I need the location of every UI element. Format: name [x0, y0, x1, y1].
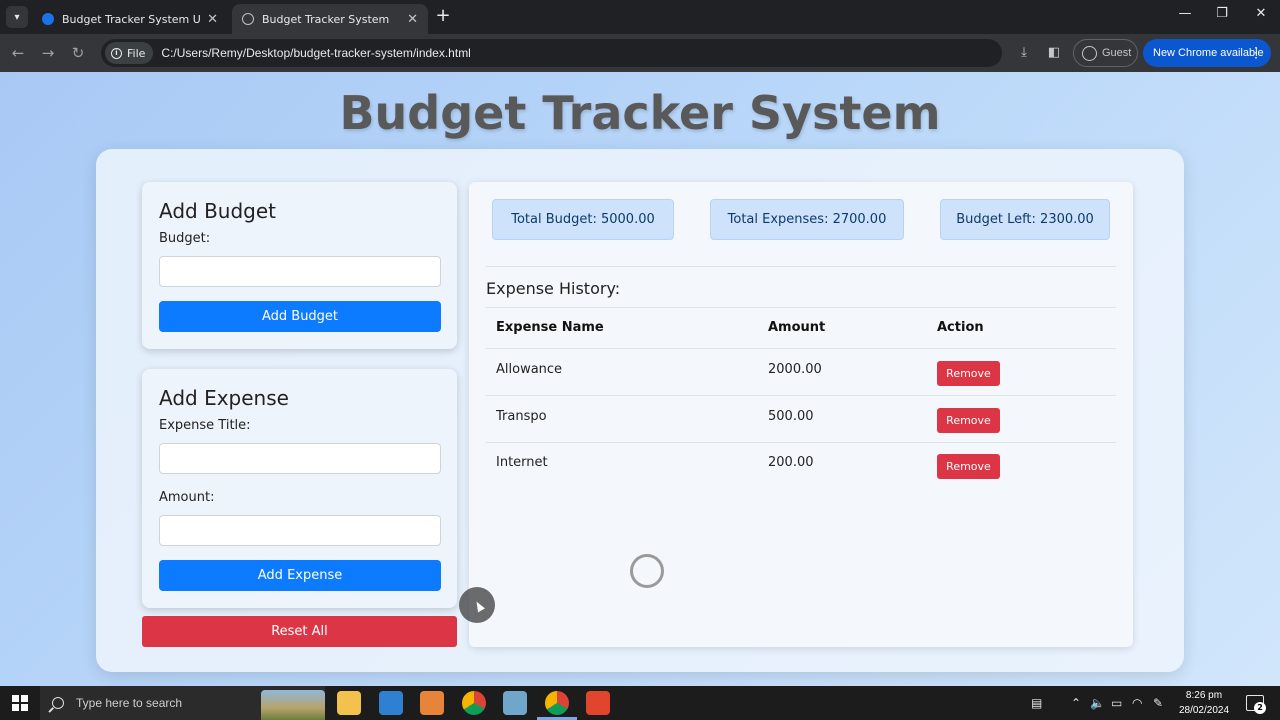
- add-expense-heading: Add Expense: [159, 386, 289, 410]
- taskbar-search-box[interactable]: Type here to search: [40, 686, 325, 720]
- page-title: Budget Tracker System: [339, 86, 941, 140]
- browser-toolbar: ← → ↻ i File C:/Users/Remy/Desktop/budge…: [0, 34, 1280, 72]
- chrome-update-button[interactable]: New Chrome available ⋮: [1143, 39, 1271, 67]
- download-icon[interactable]: ⤓: [1016, 45, 1032, 61]
- screen-recorder-icon[interactable]: [586, 691, 610, 715]
- search-highlight-image: [261, 690, 325, 720]
- remove-button[interactable]: Remove: [937, 361, 1000, 386]
- expense-amount-cell: 2000.00: [768, 362, 822, 377]
- tab-budget-tracker-system[interactable]: Budget Tracker System ✕: [232, 4, 428, 34]
- browser-tabstrip: ▾ Budget Tracker System Using H ✕ Budget…: [0, 0, 1280, 34]
- total-expenses-stat: Total Expenses: 2700.00: [710, 199, 904, 240]
- restore-button[interactable]: ❐: [1212, 6, 1232, 21]
- budget-input[interactable]: [159, 256, 441, 287]
- news-widget-icon[interactable]: ▤: [1031, 696, 1042, 710]
- loading-spinner-icon: [630, 554, 664, 588]
- expense-name-cell: Allowance: [496, 362, 563, 377]
- minimize-button[interactable]: —: [1175, 6, 1195, 21]
- site-info-chip[interactable]: i File: [105, 42, 154, 64]
- expense-title-input[interactable]: [159, 443, 441, 474]
- close-window-button[interactable]: ✕: [1251, 6, 1271, 21]
- expense-amount-cell: 200.00: [768, 455, 814, 470]
- notification-badge: 2: [1254, 702, 1266, 714]
- app-container: Add Budget Budget: Add Budget Add Expens…: [96, 149, 1184, 672]
- column-header-action: Action: [937, 320, 984, 335]
- remove-button[interactable]: Remove: [937, 454, 1000, 479]
- column-header-amount: Amount: [768, 320, 826, 335]
- vscode-icon[interactable]: [379, 691, 403, 715]
- new-tab-button[interactable]: +: [434, 6, 452, 28]
- more-vertical-icon[interactable]: ⋮: [1249, 44, 1263, 60]
- url-text[interactable]: C:/Users/Remy/Desktop/budget-tracker-sys…: [161, 46, 470, 60]
- file-chip-label: File: [127, 46, 146, 60]
- add-budget-heading: Add Budget: [159, 199, 277, 223]
- chrome-icon[interactable]: [545, 691, 569, 715]
- remove-button[interactable]: Remove: [937, 408, 1000, 433]
- reload-icon[interactable]: ↻: [68, 43, 88, 63]
- windows-start-icon[interactable]: [12, 695, 28, 711]
- chrome-alt-icon[interactable]: [462, 691, 486, 715]
- table-row: Allowance 2000.00 Remove: [486, 349, 1116, 396]
- xampp-icon[interactable]: [420, 691, 444, 715]
- tab-title: Budget Tracker System Using H: [62, 12, 201, 26]
- clock-time: 8:26 pm: [1185, 690, 1223, 701]
- clock-date: 28/02/2024: [1178, 705, 1230, 716]
- add-expense-card: Add Expense Expense Title: Amount: Add E…: [142, 369, 457, 608]
- windows-taskbar: Type here to search ▤ ⌃ 🔈 ▭ ◠ ✎ 8:26 pm …: [0, 686, 1280, 720]
- total-budget-stat: Total Budget: 5000.00: [492, 199, 674, 240]
- expense-amount-cell: 500.00: [768, 409, 814, 424]
- search-placeholder: Type here to search: [76, 696, 183, 710]
- person-icon: [1082, 45, 1097, 61]
- forward-arrow-icon[interactable]: →: [38, 43, 58, 63]
- budget-label: Budget:: [159, 231, 211, 246]
- app-icon[interactable]: [503, 691, 527, 715]
- back-arrow-icon[interactable]: ←: [8, 43, 28, 63]
- expense-name-cell: Transpo: [496, 409, 547, 424]
- add-budget-button[interactable]: Add Budget: [159, 301, 441, 332]
- globe-icon: [242, 13, 254, 25]
- amount-label: Amount:: [159, 490, 215, 505]
- add-budget-card: Add Budget Budget: Add Budget: [142, 182, 457, 349]
- column-header-expense-name: Expense Name: [496, 320, 604, 335]
- tab-search-menu-button[interactable]: ▾: [6, 6, 28, 28]
- budget-left-stat: Budget Left: 2300.00: [940, 199, 1110, 240]
- expense-name-cell: Internet: [496, 455, 548, 470]
- side-panel-icon[interactable]: ◧: [1046, 45, 1062, 61]
- chevron-up-icon[interactable]: ⌃: [1071, 696, 1081, 710]
- tab-title: Budget Tracker System: [262, 12, 390, 26]
- battery-icon[interactable]: ▭: [1111, 696, 1122, 710]
- page-viewport: Budget Tracker System Add Budget Budget:…: [0, 72, 1280, 686]
- add-expense-button[interactable]: Add Expense: [159, 560, 441, 591]
- expense-title-label: Expense Title:: [159, 418, 251, 433]
- taskbar-clock[interactable]: 8:26 pm 28/02/2024: [1172, 688, 1236, 718]
- address-bar[interactable]: i File C:/Users/Remy/Desktop/budget-trac…: [101, 39, 1002, 67]
- wifi-icon[interactable]: ◠: [1132, 696, 1142, 710]
- summary-panel: Total Budget: 5000.00 Total Expenses: 27…: [469, 182, 1133, 647]
- reset-all-button[interactable]: Reset All: [142, 616, 457, 647]
- info-icon: i: [111, 47, 122, 59]
- mouse-cursor-icon: [459, 587, 495, 623]
- search-icon: [52, 697, 64, 709]
- close-icon[interactable]: ✕: [207, 12, 218, 27]
- pen-icon[interactable]: ✎: [1153, 696, 1163, 710]
- profile-button[interactable]: Guest: [1073, 39, 1138, 67]
- table-row: Transpo 500.00 Remove: [486, 396, 1116, 443]
- table-row: Internet 200.00 Remove: [486, 442, 1116, 489]
- expense-history-title: Expense History:: [486, 279, 621, 298]
- amount-input[interactable]: [159, 515, 441, 546]
- update-label: New Chrome available: [1153, 47, 1264, 59]
- divider: [486, 307, 1116, 308]
- profile-label: Guest: [1102, 47, 1132, 59]
- tab-budget-tracker-tutorial[interactable]: Budget Tracker System Using H ✕: [32, 4, 228, 34]
- speaker-icon[interactable]: 🔈: [1090, 696, 1105, 710]
- site-favicon-icon: [42, 13, 54, 25]
- file-explorer-icon[interactable]: [337, 691, 361, 715]
- close-icon[interactable]: ✕: [407, 12, 418, 27]
- divider: [486, 266, 1116, 267]
